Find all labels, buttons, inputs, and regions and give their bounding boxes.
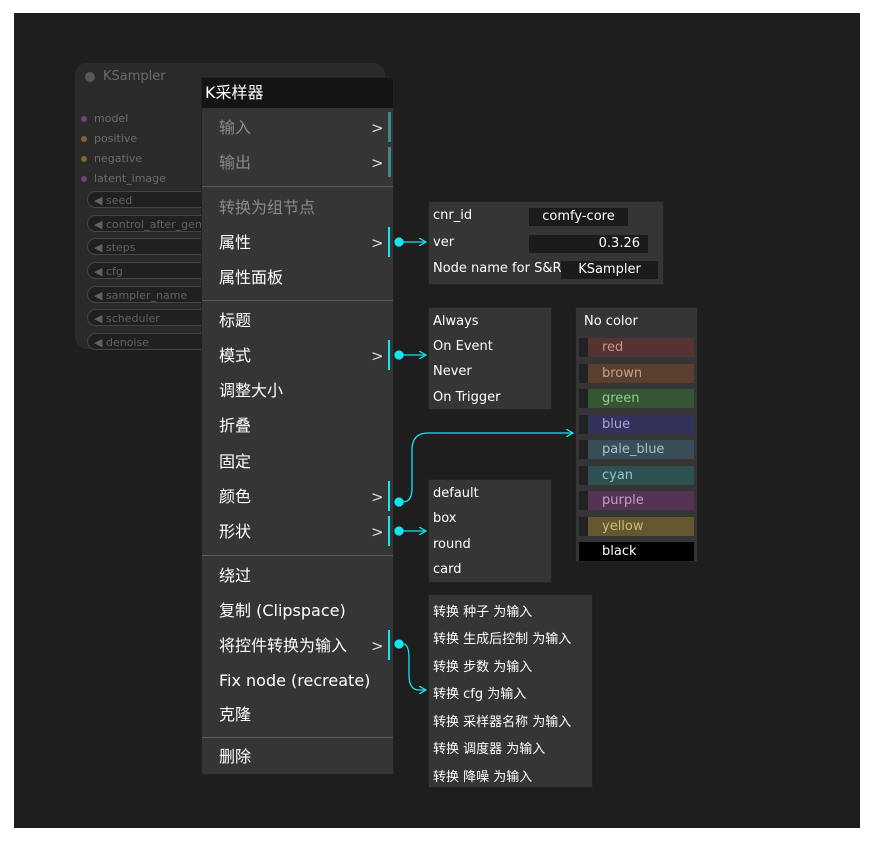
arrow-to-color [402,433,573,503]
graph-canvas[interactable]: KSampler model positive negative latent_… [14,13,860,828]
arrow-origin-dot [394,526,404,536]
arrow-origin-dot [394,237,404,247]
arrow-origin-dot [394,639,404,649]
arrow-to-convert-widget [402,643,426,690]
arrow-origin-dot [394,350,404,360]
annotation-arrows [394,237,860,828]
arrow-origin-dot [394,497,404,507]
